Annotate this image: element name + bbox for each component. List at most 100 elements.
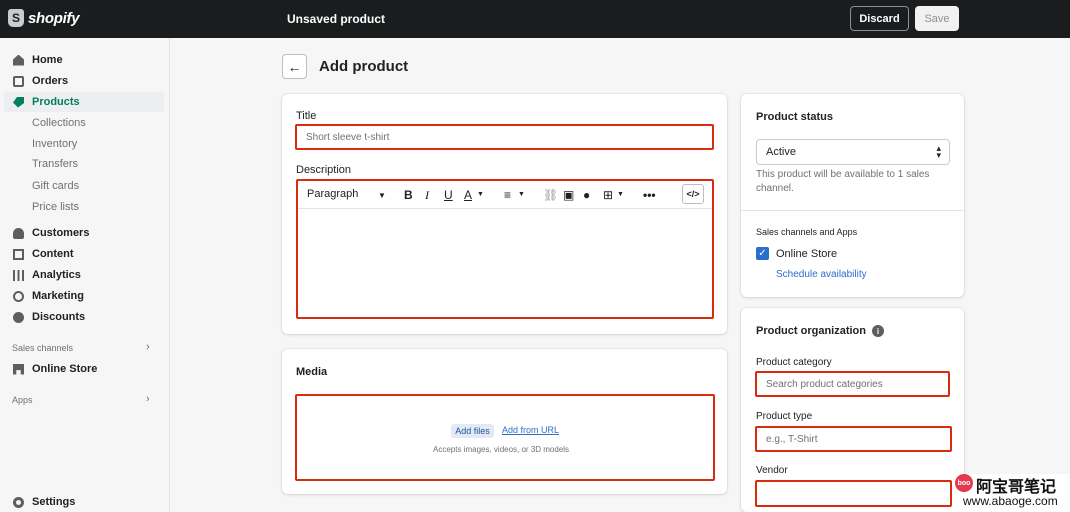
title-label: Title	[296, 110, 317, 122]
sidebar-item-customers[interactable]: Customers	[4, 223, 164, 243]
sidebar-item-label: Settings	[32, 496, 76, 508]
media-title: Media	[296, 366, 328, 378]
category-input[interactable]: Search product categories	[755, 371, 950, 397]
tag-icon	[13, 96, 24, 108]
sidebar-item-content[interactable]: Content	[4, 244, 164, 264]
schedule-availability-link[interactable]: Schedule availability	[776, 269, 867, 280]
add-from-url-link[interactable]: Add from URL	[502, 425, 559, 435]
sidebar-sub-price-lists[interactable]: Price lists	[32, 201, 79, 213]
product-organization-title: Product organization	[756, 325, 866, 337]
code-view-icon[interactable]: </>	[682, 184, 704, 204]
home-icon	[13, 54, 24, 66]
table-icon[interactable]: ⊞	[603, 188, 613, 202]
sidebar-item-home[interactable]: Home	[4, 50, 164, 70]
vendor-label: Vendor	[756, 465, 788, 476]
top-bar: shopify Unsaved product Discard Save	[0, 0, 1070, 38]
watermark-url: www.abaoge.com	[963, 494, 1058, 508]
chevron-down-icon[interactable]: ▼	[477, 191, 484, 198]
description-editor[interactable]: Paragraph ▼ B I U A ▼ ≡ ▼ ⛓ ▣ ● ⊞ ▼ ••• …	[296, 179, 714, 319]
sidebar-item-label: Online Store	[32, 363, 98, 375]
divider	[741, 210, 964, 211]
sidebar-item-analytics[interactable]: Analytics	[4, 265, 164, 285]
status-help: This product will be available to 1 sale…	[756, 169, 930, 194]
channels-label: Sales channels and Apps	[756, 227, 858, 237]
sidebar-item-marketing[interactable]: Marketing	[4, 286, 164, 306]
image-icon[interactable]: ▣	[563, 188, 574, 202]
chevron-down-icon[interactable]: ▼	[518, 191, 525, 198]
save-button[interactable]: Save	[915, 6, 959, 31]
apps-label: Apps	[12, 395, 33, 405]
sidebar-item-label: Home	[32, 54, 63, 66]
sidebar-item-online-store[interactable]: Online Store	[4, 359, 164, 379]
sidebar-item-label: Orders	[32, 75, 69, 87]
shopify-bag-icon	[8, 9, 24, 27]
select-arrows-icon: ▴ ▾	[936, 143, 941, 160]
chevron-right-icon[interactable]: ›	[146, 393, 150, 405]
page-title: Add product	[319, 58, 409, 75]
discount-icon	[13, 311, 24, 323]
arrow-left-icon: ←	[287, 58, 302, 75]
chevron-down-icon[interactable]: ▼	[617, 191, 624, 198]
italic-icon[interactable]: I	[425, 188, 429, 203]
check-icon: ✓	[758, 248, 767, 259]
media-hint: Accepts images, videos, or 3D models	[433, 445, 570, 454]
unsaved-status: Unsaved product	[287, 12, 386, 26]
paragraph-select[interactable]: Paragraph	[307, 188, 358, 200]
chevron-right-icon[interactable]: ›	[146, 341, 150, 353]
sidebar-sub-gift-cards[interactable]: Gift cards	[32, 180, 79, 192]
product-status-title: Product status	[756, 111, 834, 123]
product-type-label: Product type	[756, 411, 813, 422]
sidebar-sub-collections[interactable]: Collections	[32, 117, 86, 129]
back-button[interactable]: ←	[282, 54, 307, 79]
watermark-badge: boo	[955, 474, 973, 492]
add-files-button[interactable]: Add files	[451, 424, 494, 438]
sales-channels-label: Sales channels	[12, 343, 74, 353]
watermark: boo 阿宝哥笔记 www.abaoge.com	[955, 474, 1070, 512]
logo-text: shopify	[28, 9, 80, 27]
person-icon	[13, 227, 24, 239]
sidebar-item-label: Marketing	[32, 290, 84, 302]
orders-icon	[13, 75, 24, 87]
product-type-input[interactable]: e.g., T-Shirt	[755, 426, 952, 452]
sidebar-item-label: Analytics	[32, 269, 81, 281]
discard-button[interactable]: Discard	[850, 6, 909, 31]
shopify-logo[interactable]: shopify	[8, 9, 80, 27]
vendor-input[interactable]	[755, 480, 952, 507]
sidebar-item-products[interactable]: Products	[4, 92, 164, 112]
link-icon[interactable]: ⛓	[543, 188, 558, 202]
sidebar-sub-transfers[interactable]: Transfers	[32, 158, 78, 170]
product-organization-card: Product organization i Product category …	[741, 308, 964, 512]
media-dropzone[interactable]	[295, 394, 715, 481]
more-icon[interactable]: •••	[643, 188, 656, 202]
analytics-icon	[13, 269, 24, 281]
text-color-icon[interactable]: A	[464, 188, 472, 202]
video-icon[interactable]: ●	[583, 188, 590, 202]
sidebar-item-orders[interactable]: Orders	[4, 71, 164, 91]
title-input[interactable]: Short sleeve t-shirt	[295, 124, 714, 150]
marketing-icon	[13, 290, 24, 302]
product-status-card: Product status Active ▴ ▾ This product wi…	[741, 94, 964, 297]
info-icon[interactable]: i	[872, 325, 884, 337]
status-select[interactable]: Active ▴ ▾	[756, 139, 950, 165]
sidebar-item-discounts[interactable]: Discounts	[4, 307, 164, 327]
sidebar-item-label: Discounts	[32, 311, 86, 323]
editor-toolbar: Paragraph ▼ B I U A ▼ ≡ ▼ ⛓ ▣ ● ⊞ ▼ ••• …	[298, 181, 712, 209]
online-store-checkbox[interactable]: ✓	[756, 247, 769, 260]
sidebar-item-label: Products	[32, 96, 80, 108]
description-label: Description	[296, 164, 352, 176]
media-card: Media	[282, 349, 727, 494]
product-details-card: Title Short sleeve t-shirt Description P…	[282, 94, 727, 334]
sidebar-item-label: Content	[32, 248, 74, 260]
underline-icon[interactable]: U	[444, 188, 453, 202]
category-label: Product category	[756, 357, 832, 368]
align-icon[interactable]: ≡	[504, 188, 511, 202]
store-icon	[13, 363, 24, 375]
gear-icon	[13, 496, 24, 508]
status-value: Active	[766, 146, 796, 158]
sidebar: Home Orders Products Collections Invento…	[0, 38, 170, 512]
chevron-down-icon[interactable]: ▼	[378, 191, 386, 200]
sidebar-sub-inventory[interactable]: Inventory	[32, 138, 77, 150]
sidebar-item-settings[interactable]: Settings	[4, 492, 164, 512]
bold-icon[interactable]: B	[404, 188, 413, 202]
sidebar-item-label: Customers	[32, 227, 90, 239]
